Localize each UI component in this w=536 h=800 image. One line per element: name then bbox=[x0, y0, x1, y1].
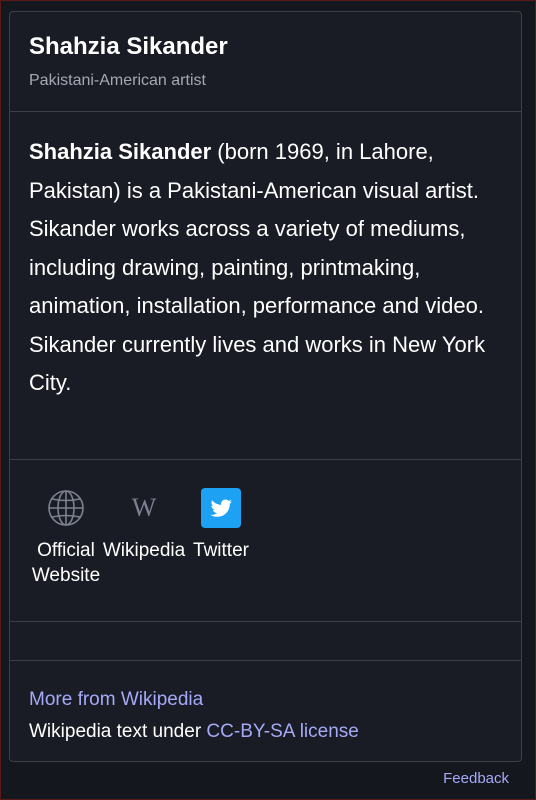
panel-title: Shahzia Sikander bbox=[29, 33, 228, 60]
panel-subtitle: Pakistani-American artist bbox=[29, 72, 206, 89]
panel-header: Shahzia Sikander Pakistani-American arti… bbox=[10, 12, 521, 112]
panel-footer: More from Wikipedia Wikipedia text under… bbox=[29, 684, 359, 748]
abstract-text: Shahzia Sikander (born 1969, in Lahore, … bbox=[29, 133, 509, 403]
svg-text:W: W bbox=[132, 493, 157, 522]
link-twitter[interactable]: Twitter bbox=[176, 488, 266, 563]
wikipedia-icon: W bbox=[132, 493, 157, 522]
twitter-icon bbox=[201, 488, 241, 528]
more-from-wikipedia-link[interactable]: More from Wikipedia bbox=[29, 689, 203, 710]
feedback-link[interactable]: Feedback bbox=[443, 770, 509, 787]
license-prefix: Wikipedia text under bbox=[29, 721, 207, 742]
link-label-twitter: Twitter bbox=[193, 540, 249, 561]
globe-icon bbox=[48, 490, 84, 526]
cc-by-sa-license-link[interactable]: CC-BY-SA license bbox=[206, 721, 358, 742]
link-official-website[interactable]: Official Website bbox=[21, 488, 111, 588]
profile-links: Official Website W Wikipedia Twitter bbox=[10, 472, 521, 622]
knowledge-panel: Shahzia Sikander Pakistani-American arti… bbox=[9, 11, 522, 762]
link-label-official-website: Official Website bbox=[31, 540, 101, 586]
divider bbox=[10, 660, 521, 661]
abstract-name: Shahzia Sikander bbox=[29, 139, 212, 164]
divider bbox=[10, 621, 521, 622]
abstract-body: (born 1969, in Lahore, Pakistan) is a Pa… bbox=[29, 139, 486, 395]
divider bbox=[10, 459, 521, 460]
